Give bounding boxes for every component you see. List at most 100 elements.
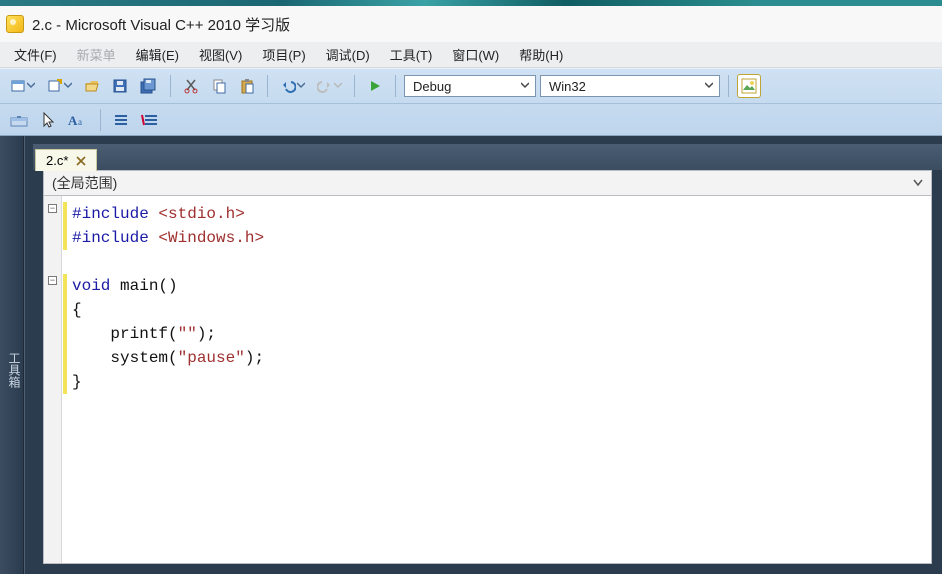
add-item-icon	[47, 78, 63, 94]
chevron-down-icon	[521, 82, 529, 90]
close-icon[interactable]	[76, 156, 86, 166]
menu-newmenu: 新菜单	[67, 43, 126, 66]
redo-button[interactable]	[313, 74, 346, 98]
menu-debug[interactable]: 调试(D)	[316, 43, 380, 66]
code-editor[interactable]: #include <stdio.h> #include <Windows.h> …	[43, 196, 932, 564]
separator	[170, 75, 171, 97]
config-dropdown[interactable]: Debug	[404, 75, 536, 97]
code-token: }	[72, 373, 82, 391]
undo-button[interactable]	[276, 74, 309, 98]
separator	[267, 75, 268, 97]
menu-tools[interactable]: 工具(T)	[380, 43, 443, 66]
fold-toggle[interactable]	[48, 276, 57, 285]
code-token: <stdio.h>	[158, 205, 244, 223]
chevron-down-icon	[64, 82, 72, 90]
window-title: 2.c - Microsoft Visual C++ 2010 学习版	[32, 14, 290, 35]
toolbox-icon	[10, 112, 28, 128]
chevron-down-icon	[27, 82, 35, 90]
save-icon	[112, 78, 128, 94]
document-area: 2.c* (全局范围) #include <stdio.h> #include …	[24, 136, 942, 574]
code-token: #include	[72, 205, 158, 223]
uncomment-icon	[141, 112, 159, 128]
new-project-icon	[10, 78, 26, 94]
save-all-button[interactable]	[136, 74, 162, 98]
left-tool-panel-label: 工具箱	[7, 352, 21, 388]
svg-text:A: A	[68, 113, 78, 128]
chevron-down-icon	[297, 82, 305, 90]
code-token: ""	[178, 325, 197, 343]
menu-file[interactable]: 文件(F)	[4, 43, 67, 66]
separator	[395, 75, 396, 97]
toolbar-standard: Debug Win32	[0, 69, 942, 103]
add-item-button[interactable]	[43, 74, 76, 98]
redo-icon	[317, 78, 333, 94]
code-token: #include	[72, 229, 158, 247]
undo-icon	[280, 78, 296, 94]
left-tool-panel[interactable]: 工具箱	[0, 136, 24, 574]
separator	[100, 109, 101, 131]
new-project-button[interactable]	[6, 74, 39, 98]
document-tab-label: 2.c*	[46, 153, 68, 168]
font-size-button[interactable]: Aa	[64, 108, 92, 132]
open-button[interactable]	[80, 74, 104, 98]
scope-label: (全局范围)	[52, 173, 117, 193]
code-token: );	[197, 325, 216, 343]
save-all-icon	[140, 78, 158, 94]
cut-icon	[183, 78, 199, 94]
config-dropdown-label: Debug	[413, 79, 451, 94]
menu-view[interactable]: 视图(V)	[189, 43, 252, 66]
chevron-down-icon	[705, 82, 713, 90]
toolbar-text-editor: Aa	[0, 103, 942, 135]
find-symbol-button[interactable]	[737, 74, 761, 98]
platform-dropdown[interactable]: Win32	[540, 75, 720, 97]
menu-project[interactable]: 项目(P)	[252, 43, 315, 66]
code-token: "pause"	[178, 349, 245, 367]
menu-window[interactable]: 窗口(W)	[442, 43, 509, 66]
paste-button[interactable]	[235, 74, 259, 98]
code-token: main()	[110, 277, 177, 295]
code-token: system(	[72, 349, 178, 367]
code-token: void	[72, 277, 110, 295]
document-tabstrip: 2.c*	[33, 144, 942, 170]
outline-gutter	[44, 196, 62, 563]
play-icon	[368, 79, 382, 93]
uncomment-button[interactable]	[137, 108, 163, 132]
open-folder-icon	[84, 78, 100, 94]
titlebar: 2.c - Microsoft Visual C++ 2010 学习版	[0, 6, 942, 42]
toolbar-area: Debug Win32 Aa	[0, 68, 942, 136]
code-token: <Windows.h>	[158, 229, 264, 247]
chevron-down-icon	[913, 178, 923, 188]
change-mark	[63, 202, 67, 250]
comment-button[interactable]	[109, 108, 133, 132]
code-text[interactable]: #include <stdio.h> #include <Windows.h> …	[68, 196, 931, 563]
fold-toggle[interactable]	[48, 204, 57, 213]
scope-dropdown[interactable]: (全局范围)	[43, 170, 932, 196]
code-token: {	[72, 301, 82, 319]
code-token: printf(	[72, 325, 178, 343]
separator	[354, 75, 355, 97]
comment-icon	[113, 112, 129, 128]
save-button[interactable]	[108, 74, 132, 98]
cursor-icon	[41, 112, 55, 128]
menubar: 文件(F) 新菜单 编辑(E) 视图(V) 项目(P) 调试(D) 工具(T) …	[0, 42, 942, 68]
app-icon	[6, 15, 24, 33]
menu-help[interactable]: 帮助(H)	[509, 43, 573, 66]
copy-button[interactable]	[207, 74, 231, 98]
paste-icon	[239, 78, 255, 94]
code-token: );	[245, 349, 264, 367]
toolbox-button[interactable]	[6, 108, 32, 132]
select-button[interactable]	[36, 108, 60, 132]
workspace: 工具箱 2.c* (全局范围) #include <stdio.h> #incl…	[0, 136, 942, 574]
font-size-icon: Aa	[68, 112, 88, 128]
change-mark	[63, 274, 67, 394]
start-debug-button[interactable]	[363, 74, 387, 98]
separator	[728, 75, 729, 97]
svg-text:a: a	[78, 117, 82, 127]
copy-icon	[211, 78, 227, 94]
photo-icon	[741, 78, 757, 94]
cut-button[interactable]	[179, 74, 203, 98]
chevron-down-icon	[334, 82, 342, 90]
platform-dropdown-label: Win32	[549, 79, 586, 94]
document-tab[interactable]: 2.c*	[35, 149, 97, 171]
menu-edit[interactable]: 编辑(E)	[126, 43, 189, 66]
